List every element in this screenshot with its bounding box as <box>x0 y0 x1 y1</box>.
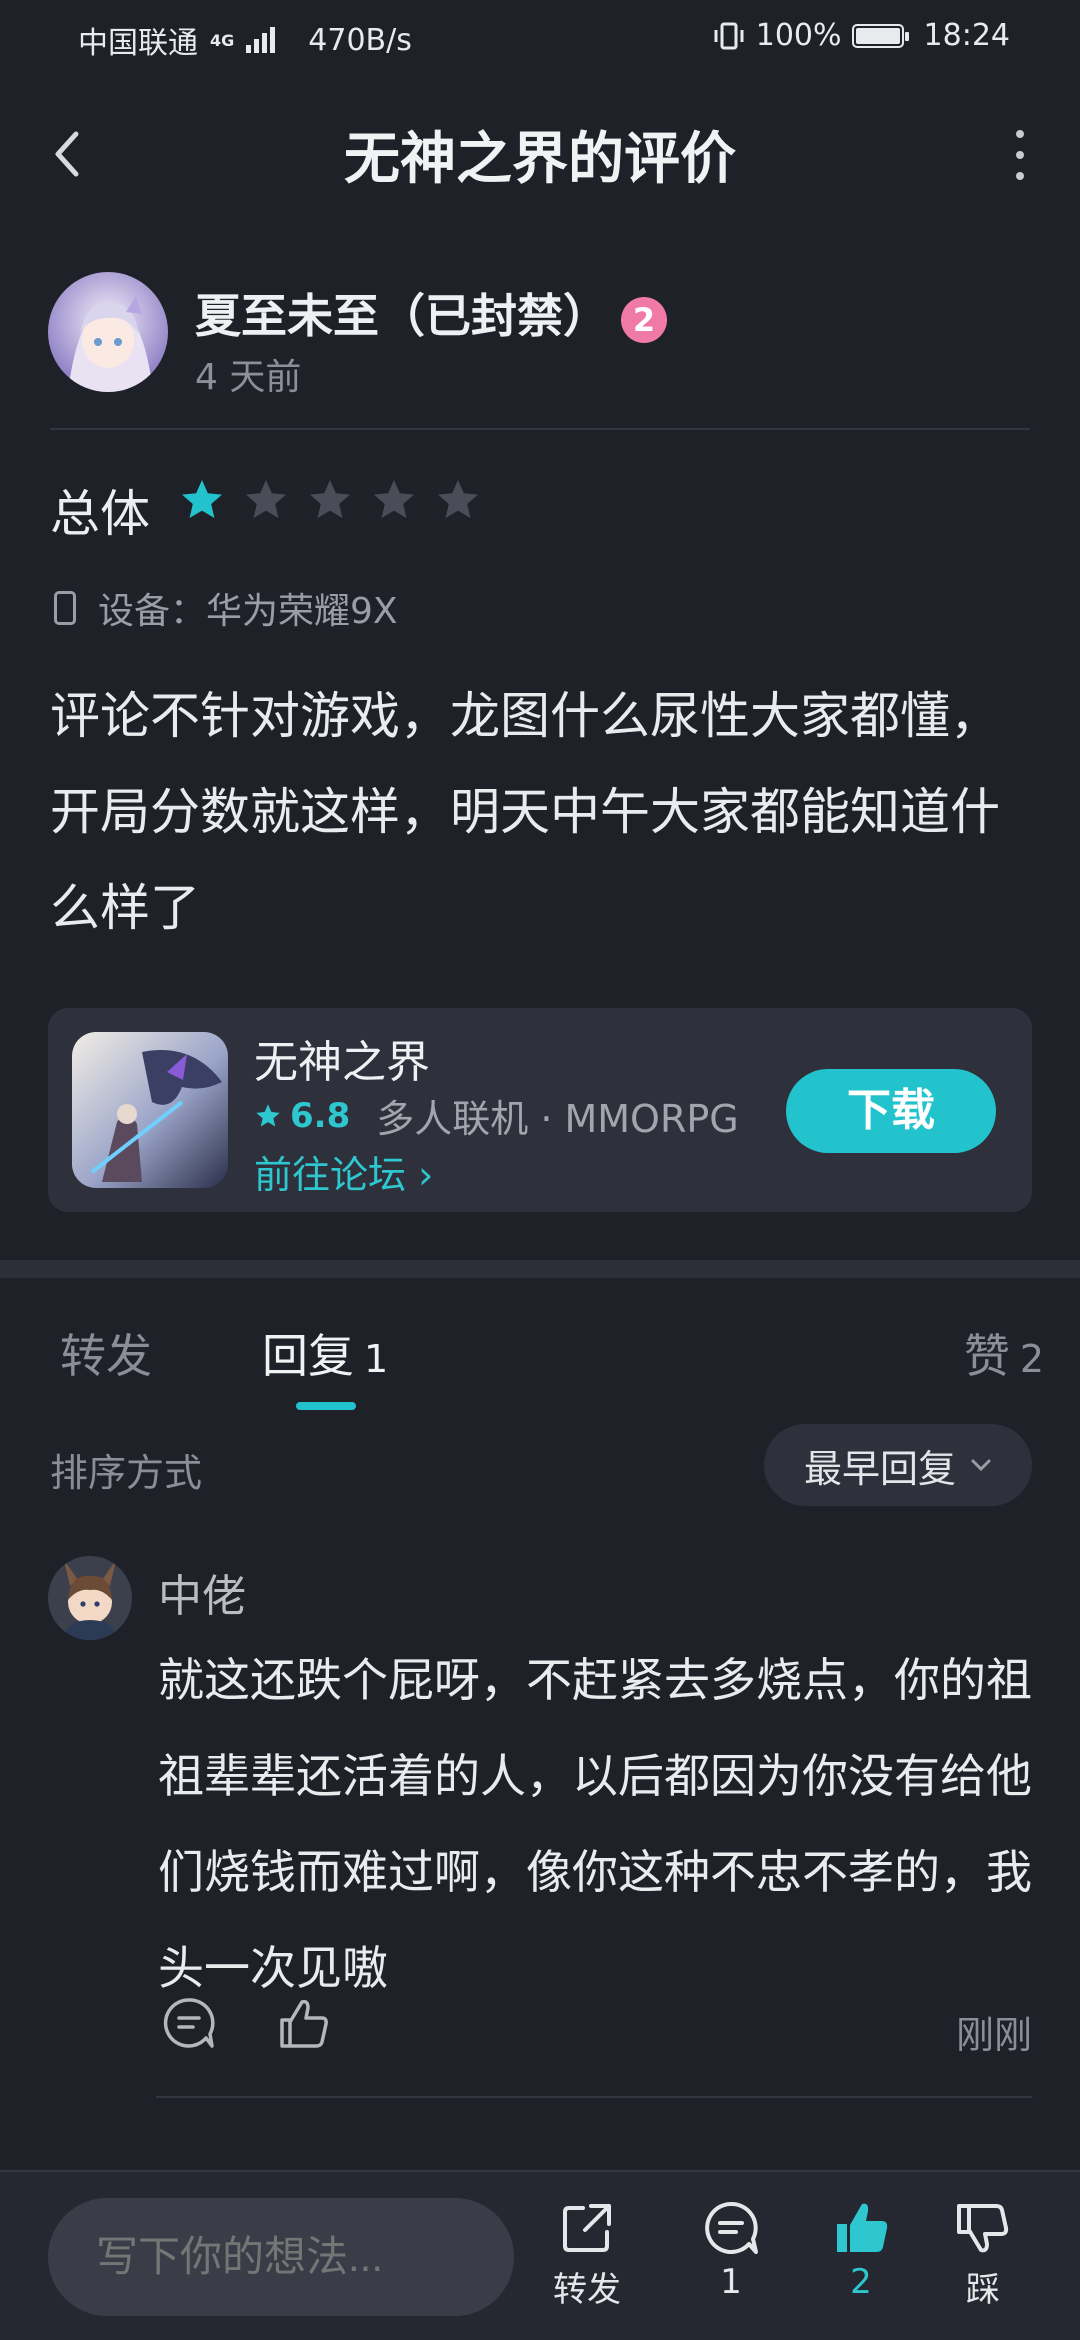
tab-forward[interactable]: 转发 <box>60 1320 152 1386</box>
reply-time: 刚刚 <box>955 2013 1032 2057</box>
device-info: 设备：华为荣耀9X <box>54 582 398 634</box>
status-right: 100% 18:24 <box>712 18 1010 53</box>
network-speed: 470B/s <box>308 22 412 58</box>
review-text: 评论不针对游戏，龙图什么尿性大家都懂，开局分数就这样，明天中午大家都能知道什么样… <box>50 687 1000 937</box>
battery-icon <box>851 23 909 48</box>
game-icon <box>72 1032 228 1188</box>
tab-reply-label: 回复 <box>262 1329 354 1383</box>
comment-input[interactable] <box>48 2198 514 2316</box>
post-time: 4 天前 <box>195 357 302 398</box>
thumbs-up-icon <box>837 2203 888 2252</box>
clock: 18:24 <box>923 18 1010 53</box>
sort-dropdown[interactable]: 最早回复 <box>764 1424 1032 1506</box>
tabs: 转发 回复 1 赞2 <box>0 1310 1080 1410</box>
star-empty-icon <box>438 480 478 518</box>
battery-percent: 100% <box>755 18 842 53</box>
tab-forward-label: 转发 <box>60 1329 152 1383</box>
game-meta: 6.8 多人联机 · MMORPG <box>254 1088 739 1143</box>
like-button[interactable]: 2 <box>806 2198 916 2302</box>
share-icon <box>563 2204 611 2252</box>
active-tab-indicator <box>296 1402 356 1410</box>
bottom-bar: 转发 1 2 踩 <box>0 2170 1080 2340</box>
like-count: 2 <box>850 2262 872 2302</box>
reply-author[interactable]: 中佬 <box>158 1560 246 1624</box>
forward-label: 转发 <box>553 2270 621 2310</box>
tab-like-label: 赞 <box>963 1329 1010 1383</box>
dislike-button[interactable]: 踩 <box>928 2198 1038 2311</box>
vibrate-icon <box>714 22 744 49</box>
carrier-label: 中国联通 <box>78 26 198 61</box>
game-card[interactable]: 无神之界 6.8 多人联机 · MMORPG 前往论坛 › 下载 <box>48 1008 1032 1212</box>
tab-like-count: 2 <box>1019 1337 1044 1381</box>
star-filled-icon <box>182 480 222 518</box>
comment-button[interactable]: 1 <box>676 2198 786 2302</box>
game-score: 6.8 <box>254 1096 350 1136</box>
tab-reply[interactable]: 回复 1 <box>262 1320 388 1386</box>
reply-divider <box>156 2096 1032 2098</box>
reply-avatar[interactable] <box>48 1556 132 1640</box>
thumbs-down-icon <box>957 2204 1009 2253</box>
star-empty-icon <box>246 480 286 518</box>
more-options-icon[interactable] <box>1000 120 1040 190</box>
status-bar: 中国联通 4G 470B/s 100% 18:24 <box>0 0 1080 74</box>
section-separator <box>0 1260 1080 1278</box>
sort-value: 最早回复 <box>803 1446 956 1491</box>
author-name[interactable]: 夏至未至（已封禁） 2 <box>195 280 667 346</box>
reply-actions <box>160 1994 332 2052</box>
reply-comment-icon[interactable] <box>160 1994 218 2052</box>
author-name-text: 夏至未至（已封禁） <box>195 289 609 343</box>
rating-label: 总体 <box>50 485 150 543</box>
author-avatar[interactable] <box>48 272 168 392</box>
sort-label: 排序方式 <box>50 1451 203 1495</box>
forum-link[interactable]: 前往论坛 › <box>254 1144 433 1199</box>
forward-button[interactable]: 转发 <box>532 2198 642 2311</box>
page-title: 无神之界的评价 <box>344 127 736 192</box>
level-badge: 2 <box>621 296 667 343</box>
rating-stars <box>178 476 482 524</box>
tab-like[interactable]: 赞2 <box>964 1320 1044 1386</box>
tab-reply-count: 1 <box>364 1337 389 1381</box>
chevron-down-icon <box>971 1459 991 1472</box>
comment-count: 1 <box>720 2262 742 2302</box>
device-text: 设备：华为荣耀9X <box>98 591 398 632</box>
reply-like-icon[interactable] <box>274 1994 332 2052</box>
signal-icon <box>246 25 282 55</box>
comment-icon <box>705 2201 758 2254</box>
score-star-icon <box>256 1103 280 1126</box>
star-empty-icon <box>374 480 414 518</box>
status-left: 中国联通 4G 470B/s <box>78 18 412 62</box>
game-score-value: 6.8 <box>290 1095 351 1136</box>
game-name[interactable]: 无神之界 <box>254 1026 430 1090</box>
download-button[interactable]: 下载 <box>786 1069 996 1153</box>
reply-text: 就这还跌个屁呀，不赶紧去多烧点，你的祖祖辈辈还活着的人，以后都因为你没有给他们烧… <box>158 1653 1032 1995</box>
network-type: 4G <box>210 30 235 50</box>
star-empty-icon <box>310 480 350 518</box>
author-divider <box>50 428 1030 430</box>
top-bar: 无神之界的评价 <box>0 74 1080 234</box>
game-tags: 多人联机 · MMORPG <box>376 1097 739 1141</box>
phone-icon <box>54 591 76 625</box>
dislike-label: 踩 <box>966 2270 1000 2310</box>
